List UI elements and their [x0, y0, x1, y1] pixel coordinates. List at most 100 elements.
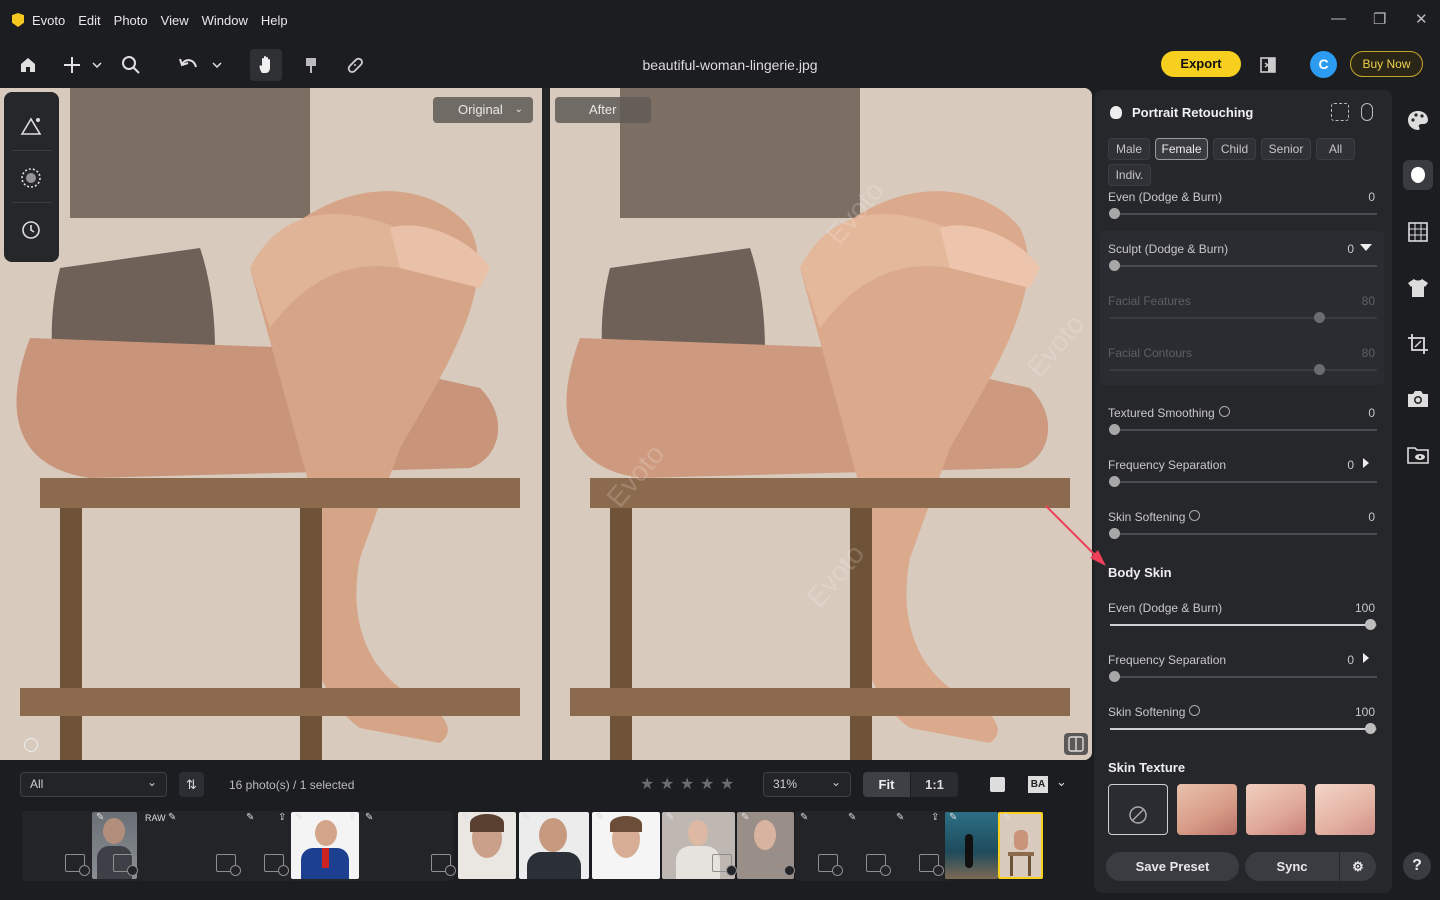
expand-triangle-icon[interactable]	[1363, 458, 1369, 468]
help-icon[interactable]	[1189, 705, 1200, 716]
sort-icon[interactable]: ⇅	[179, 772, 204, 797]
star-icon[interactable]: ★	[640, 774, 654, 794]
home-icon[interactable]	[15, 52, 41, 78]
even-slider[interactable]	[1109, 208, 1377, 219]
portrait-retouching-icon[interactable]	[1403, 160, 1433, 190]
texture-option[interactable]	[1246, 784, 1306, 835]
app-name[interactable]: Evoto	[32, 13, 65, 28]
before-after-icon[interactable]: BA	[1028, 776, 1048, 793]
background-icon[interactable]	[1407, 221, 1429, 243]
camera-icon[interactable]	[1406, 388, 1430, 410]
split-view-icon[interactable]	[1064, 733, 1088, 755]
menu-photo[interactable]: Photo	[114, 13, 148, 28]
add-photo-button[interactable]	[60, 52, 104, 78]
clothing-icon[interactable]	[1406, 277, 1430, 299]
sculpt-slider[interactable]	[1109, 260, 1377, 271]
body-frequency-separation-slider[interactable]	[1109, 671, 1377, 682]
body-even-slider[interactable]	[1110, 619, 1377, 630]
star-icon[interactable]: ★	[680, 774, 694, 794]
chevron-down-icon: ⌄	[146, 775, 157, 789]
help-icon[interactable]	[1219, 406, 1230, 417]
mask-icon[interactable]	[18, 166, 44, 192]
facial-features-slider[interactable]	[1110, 312, 1377, 323]
image-placeholder-icon	[113, 854, 138, 876]
chip-male[interactable]: Male	[1108, 138, 1150, 160]
skin-softening-slider[interactable]	[1109, 528, 1377, 539]
bandage-tool-icon[interactable]	[342, 52, 368, 78]
image-placeholder-icon	[712, 854, 737, 876]
buy-now-button[interactable]: Buy Now	[1350, 51, 1423, 77]
expand-triangle-icon[interactable]	[1363, 653, 1369, 663]
chip-indiv[interactable]: Indiv.	[1108, 164, 1151, 186]
folder-eye-icon[interactable]	[1406, 444, 1430, 466]
chip-senior[interactable]: Senior	[1261, 138, 1311, 160]
face-select-icon[interactable]	[1331, 103, 1349, 121]
original-view-dropdown[interactable]: Original ⌄	[433, 97, 533, 123]
chevron-down-icon: ⌄	[514, 104, 523, 115]
menu-window[interactable]: Window	[202, 13, 248, 28]
history-icon[interactable]	[18, 218, 44, 244]
image-placeholder-icon	[216, 854, 241, 876]
reset-icon[interactable]	[1361, 103, 1373, 121]
edit-pencil-icon: ✎	[848, 812, 857, 823]
texture-option[interactable]	[1315, 784, 1375, 835]
hand-tool-icon[interactable]	[250, 49, 282, 81]
star-icon[interactable]: ★	[700, 774, 714, 794]
texture-none[interactable]	[1108, 784, 1168, 835]
save-preset-button[interactable]: Save Preset	[1106, 852, 1239, 881]
crop-icon[interactable]	[1406, 332, 1430, 356]
image-canvas[interactable]	[0, 88, 1092, 760]
menu-help[interactable]: Help	[261, 13, 288, 28]
undo-button[interactable]	[176, 52, 226, 78]
zoom-dropdown[interactable]: 31% ⌄	[763, 772, 851, 797]
palette-icon[interactable]	[1405, 108, 1431, 134]
textured-smoothing-slider[interactable]	[1109, 424, 1377, 435]
original-label: Original	[458, 102, 503, 117]
raw-badge: RAW	[145, 813, 166, 823]
body-skin-softening-slider[interactable]	[1110, 723, 1377, 734]
frequency-separation-slider[interactable]	[1109, 476, 1377, 487]
slider-label: Skin Softening	[1108, 705, 1186, 719]
export-button[interactable]: Export	[1161, 51, 1241, 77]
menu-edit[interactable]: Edit	[78, 13, 100, 28]
slider-value: 0	[1347, 242, 1354, 256]
minimize-icon[interactable]: —	[1331, 10, 1346, 27]
photo-count: 16 photo(s) / 1 selected	[229, 778, 355, 792]
panel-title: Portrait Retouching	[1132, 105, 1254, 120]
original-photo	[0, 88, 542, 760]
close-icon[interactable]: ✕	[1415, 10, 1428, 28]
collapse-triangle-icon[interactable]	[1360, 244, 1372, 251]
single-view-icon[interactable]	[990, 777, 1005, 792]
info-icon[interactable]	[24, 738, 38, 752]
chevron-down-icon[interactable]: ⌄	[1056, 774, 1067, 790]
restore-icon[interactable]: ❐	[1373, 10, 1386, 28]
edit-pencil-icon: ✎	[295, 812, 304, 823]
filter-dropdown[interactable]: All ⌄	[20, 772, 167, 797]
divider	[12, 150, 52, 151]
image-placeholder-icon	[431, 854, 456, 876]
slider-label: Facial Contours	[1108, 346, 1193, 360]
chip-all[interactable]: All	[1316, 138, 1355, 160]
sync-button[interactable]: Sync	[1245, 852, 1339, 881]
help-icon[interactable]	[1189, 510, 1200, 521]
sync-settings-icon[interactable]: ⚙	[1340, 852, 1376, 881]
star-icon[interactable]: ★	[660, 774, 674, 794]
fit-button[interactable]: Fit	[863, 772, 910, 797]
avatar[interactable]: C	[1310, 51, 1337, 78]
search-icon[interactable]	[118, 52, 144, 78]
chip-female[interactable]: Female	[1155, 138, 1208, 160]
image-placeholder-icon	[65, 854, 90, 876]
help-button-icon[interactable]: ?	[1403, 852, 1431, 880]
adjust-icon[interactable]	[18, 114, 44, 140]
upload-icon: ⇪	[348, 812, 357, 823]
one-to-one-button[interactable]: 1:1	[911, 772, 958, 797]
chip-child[interactable]: Child	[1213, 138, 1256, 160]
edit-pencil-icon: ✎	[365, 812, 374, 823]
brush-tool-icon[interactable]	[298, 52, 324, 78]
edit-pencil-icon: ✎	[800, 812, 809, 823]
facial-contours-slider[interactable]	[1110, 364, 1377, 375]
texture-option[interactable]	[1177, 784, 1237, 835]
menu-view[interactable]: View	[161, 13, 189, 28]
star-icon[interactable]: ★	[720, 774, 734, 794]
compare-panel-icon[interactable]	[1256, 52, 1282, 78]
